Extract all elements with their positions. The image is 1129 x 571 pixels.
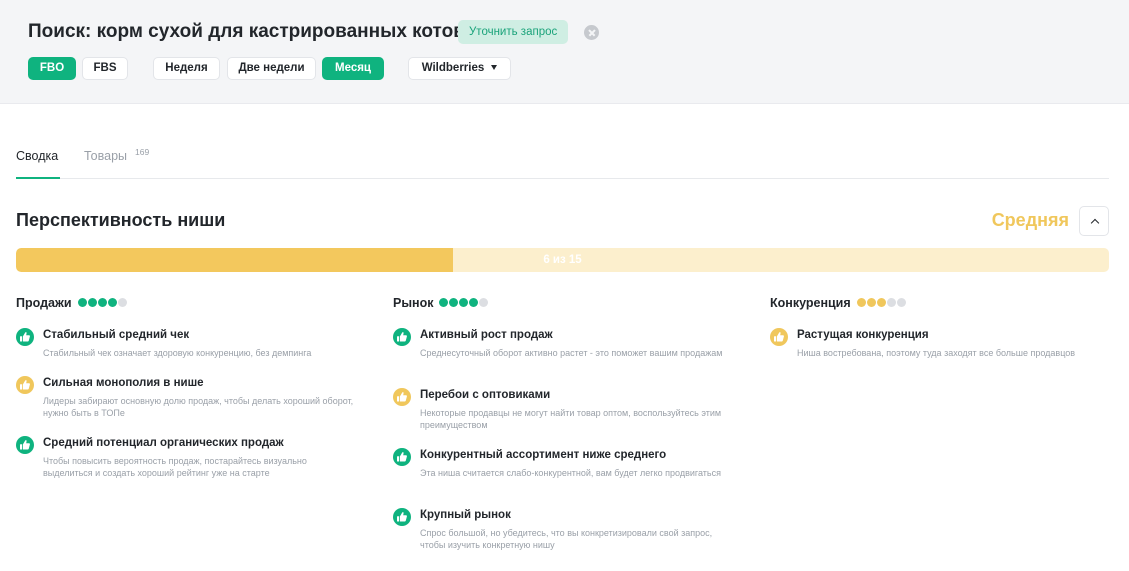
niche-score-text: 6 из 15 (543, 254, 582, 266)
item-title: Сильная монополия в нише (43, 377, 204, 389)
clear-search-icon[interactable] (584, 25, 599, 40)
item-title: Перебои с оптовиками (420, 389, 551, 401)
niche-score-progress: 6 из 15 (16, 248, 1109, 272)
fbs-toggle[interactable]: FBS (82, 57, 128, 80)
products-count-badge: 169 (135, 147, 150, 157)
search-header: Поиск: корм сухой для кастрированных кот… (0, 0, 1129, 104)
fbo-toggle[interactable]: FBO (28, 57, 76, 80)
item-description: Среднесуточный оборот активно растет - э… (420, 348, 723, 358)
refine-query-button[interactable]: Уточнить запрос (458, 20, 569, 44)
market-column-header: Рынок (393, 294, 733, 310)
period-month-button[interactable]: Месяц (322, 57, 384, 80)
rating-dot-filled (97, 298, 107, 307)
item-description: Некоторые продавцы не могут найти товар … (420, 408, 722, 430)
sales-column-header: Продажи (16, 294, 356, 310)
competition-rating-dots (856, 294, 907, 312)
item-title: Стабильный средний чек (43, 329, 190, 341)
rating-dot-empty (896, 298, 906, 307)
item-description: Лидеры забирают основную долю продаж, чт… (43, 396, 354, 418)
collapse-chevron-up-icon[interactable] (1079, 206, 1109, 236)
rating-dot-filled (439, 298, 449, 307)
item-description: Стабильный чек означает здоровую конкуре… (43, 348, 312, 358)
thumbs-up-icon (16, 376, 34, 394)
rating-dot-filled (87, 298, 97, 307)
rating-dot-empty (479, 298, 489, 307)
period-two-weeks-button[interactable]: Две недели (227, 57, 316, 80)
competition-column-header: Конкуренция (770, 294, 1110, 310)
niche-rating-label: Средняя (991, 210, 1069, 230)
rating-dot-filled (77, 298, 87, 307)
sales-column: Продажи Стабильный средний чек Стабильны… (16, 294, 356, 478)
marketplace-select[interactable]: Wildberries (408, 57, 511, 80)
market-column-title: Рынок (393, 296, 434, 310)
marketplace-select-value: Wildberries (421, 62, 485, 74)
tab-summary[interactable]: Сводка (16, 149, 58, 163)
thumbs-up-icon (393, 448, 411, 466)
competition-column: Конкуренция Растущая конкуренция Ниша во… (770, 294, 1110, 358)
rating-dot-filled (856, 298, 866, 307)
market-column: Рынок Активный рост продаж Среднесуточны… (393, 294, 733, 550)
thumbs-up-icon (16, 436, 34, 454)
item-description: Эта ниша считается слабо-конкурентной, в… (420, 468, 721, 478)
rating-dot-empty (117, 298, 127, 307)
rating-dot-filled (866, 298, 876, 307)
rating-dot-filled (876, 298, 886, 307)
tab-products[interactable]: Товары (84, 149, 127, 163)
thumbs-up-icon (393, 328, 411, 346)
period-week-button[interactable]: Неделя (153, 57, 220, 80)
item-title: Конкурентный ассортимент ниже среднего (420, 449, 667, 461)
caret-down-icon (491, 65, 498, 70)
sales-rating-dots (77, 294, 128, 312)
item-title: Активный рост продаж (420, 329, 553, 341)
tabs-divider (16, 178, 1109, 179)
thumbs-up-icon (393, 388, 411, 406)
rating-dot-empty (886, 298, 896, 307)
page-title: Поиск: корм сухой для кастрированных кот… (28, 21, 465, 42)
item-title: Средний потенциал органических продаж (43, 437, 284, 449)
item-description: Ниша востребована, поэтому туда заходят … (797, 348, 1076, 358)
item-title: Крупный рынок (420, 509, 511, 521)
item-description: Спрос большой, но убедитесь, что вы конк… (420, 528, 713, 550)
rating-dot-filled (449, 298, 459, 307)
item-title: Растущая конкуренция (797, 329, 929, 341)
rating-dot-filled (107, 298, 117, 307)
thumbs-up-icon (770, 328, 788, 346)
competition-column-title: Конкуренция (770, 296, 851, 310)
active-tab-indicator (16, 177, 60, 179)
thumbs-up-icon (393, 508, 411, 526)
sales-column-title: Продажи (16, 296, 72, 310)
rating-dot-filled (469, 298, 479, 307)
thumbs-up-icon (16, 328, 34, 346)
market-rating-dots (439, 294, 489, 312)
niche-section-title: Перспективность ниши (16, 210, 226, 230)
item-description: Чтобы повысить вероятность продаж, поста… (43, 456, 307, 478)
rating-dot-filled (459, 298, 469, 307)
